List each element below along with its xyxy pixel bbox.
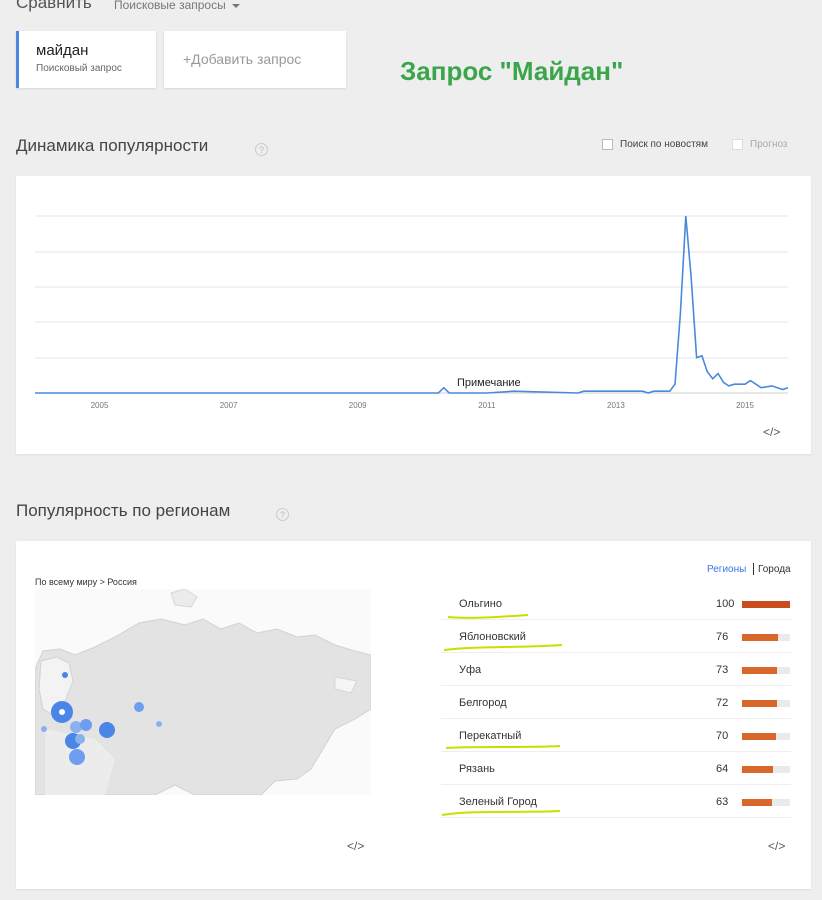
region-name: Уфа: [459, 664, 482, 676]
region-bar-fill: [742, 766, 773, 773]
map-marker[interactable]: [41, 726, 47, 732]
tab-separator: [753, 563, 754, 575]
chart-grid: [35, 215, 788, 394]
region-value: 72: [716, 697, 729, 709]
map-marker[interactable]: [134, 702, 144, 712]
queries-type-dropdown[interactable]: Поисковые запросы: [114, 0, 240, 12]
forecast-checkbox[interactable]: [732, 139, 743, 150]
tab-regions[interactable]: Регионы: [707, 564, 746, 575]
caret-down-icon: [231, 3, 240, 8]
region-row[interactable]: Белгород 72: [441, 686, 791, 719]
compare-title: Сравнить: [16, 0, 92, 12]
map-embed-code-icon[interactable]: </>: [347, 839, 364, 853]
embed-code-icon[interactable]: </>: [763, 425, 780, 439]
region-bar-track: [742, 766, 790, 773]
region-bar-track: [742, 601, 790, 608]
news-search-label: Поиск по новостям: [620, 139, 708, 150]
region-name: Зеленый Город: [459, 796, 537, 808]
help-icon[interactable]: ?: [255, 143, 268, 156]
region-bar-fill: [742, 634, 779, 641]
search-term-card[interactable]: майдан Поисковый запрос: [16, 31, 156, 88]
tab-cities[interactable]: Города: [758, 564, 791, 575]
interest-over-time-title: Динамика популярности: [16, 136, 209, 155]
region-bar-track: [742, 799, 790, 806]
x-tick-label: 2013: [606, 401, 625, 410]
news-search-checkbox[interactable]: [602, 139, 613, 150]
map-marker[interactable]: [69, 749, 85, 765]
region-bar-fill: [742, 667, 778, 674]
region-bar-fill: [742, 799, 773, 806]
region-name: Перекатный: [459, 730, 522, 742]
search-term-type: Поисковый запрос: [36, 63, 122, 74]
region-row[interactable]: Уфа 73: [441, 653, 791, 686]
help-icon[interactable]: ?: [276, 508, 289, 521]
series-line[interactable]: [35, 215, 789, 394]
region-bar-track: [742, 733, 790, 740]
map-marker[interactable]: [80, 719, 92, 731]
regional-interest-title: Популярность по регионам: [16, 501, 231, 520]
region-value: 70: [716, 730, 729, 742]
map-marker[interactable]: [75, 734, 85, 744]
x-tick-label: 2011: [478, 401, 496, 410]
region-bar-track: [742, 700, 790, 707]
region-bar-track: [742, 667, 790, 674]
map-marker-center: [59, 709, 65, 715]
x-tick-label: 2015: [736, 401, 754, 410]
map-marker[interactable]: [156, 721, 162, 727]
map-marker[interactable]: [70, 721, 82, 733]
region-name: Яблоновский: [459, 631, 526, 643]
add-query-label: +Добавить запрос: [183, 51, 302, 67]
overlay-caption: Запрос "Майдан": [400, 56, 624, 86]
region-bar-fill: [742, 601, 790, 608]
forecast-label: Прогноз: [750, 139, 788, 150]
search-term-name: майдан: [36, 42, 89, 59]
region-bar-track: [742, 634, 790, 641]
region-value: 73: [716, 664, 729, 676]
region-map[interactable]: [35, 589, 371, 795]
region-name: Ольгино: [459, 598, 502, 610]
region-name: Белгород: [459, 697, 507, 709]
region-row[interactable]: Рязань 64: [441, 752, 791, 785]
map-breadcrumb[interactable]: По всему миру > Россия: [35, 577, 137, 587]
x-tick-label: 2009: [348, 401, 367, 410]
region-row[interactable]: Ольгино 100: [441, 587, 791, 620]
x-axis-ticks: 2005 2007 2009 2011 2013 2015: [16, 401, 811, 413]
region-row[interactable]: Зеленый Город 63: [441, 785, 791, 818]
region-bar-fill: [742, 733, 776, 740]
x-tick-label: 2005: [90, 401, 109, 410]
region-row[interactable]: Яблоновский 76: [441, 620, 791, 653]
map-marker[interactable]: [62, 672, 68, 678]
chart-note-label[interactable]: Примечание: [457, 377, 521, 389]
map-marker[interactable]: [99, 722, 115, 738]
region-value: 63: [716, 796, 729, 808]
add-query-button[interactable]: +Добавить запрос: [164, 31, 346, 88]
region-bar-fill: [742, 700, 777, 707]
region-value: 64: [716, 763, 729, 775]
region-name: Рязань: [459, 763, 495, 775]
region-value: 100: [716, 598, 735, 610]
queries-type-label: Поисковые запросы: [114, 0, 226, 12]
regions-embed-code-icon[interactable]: </>: [768, 839, 785, 853]
region-value: 76: [716, 631, 729, 643]
region-row[interactable]: Перекатный 70: [441, 719, 791, 752]
x-tick-label: 2007: [219, 401, 238, 410]
